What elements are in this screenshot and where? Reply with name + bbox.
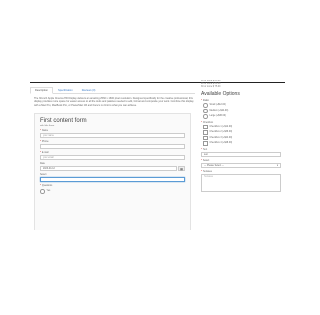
checkbox-icon[interactable] [203, 141, 208, 146]
name-field[interactable]: your name [40, 133, 185, 138]
checkbox-option-2[interactable]: Checkbox 2 (+$36.00) [203, 130, 285, 135]
select-option-label: *Select [201, 159, 210, 162]
radio-icon[interactable] [40, 189, 45, 194]
chevron-down-icon: ▾ [276, 164, 278, 167]
options-panel: 10 or more $ 85.00 20 or more $ 80.00 30… [201, 80, 285, 230]
checkbox-option-1[interactable]: Checkbox 1 (+$12.00) [203, 124, 285, 129]
discount-line: 30 or more $ 75.00 [201, 86, 221, 88]
radio-option-yes[interactable]: Yes [40, 189, 185, 194]
bottom-blank-area [0, 230, 315, 315]
product-description: The 30-inch Apple Cinema HD Display deli… [34, 97, 194, 107]
options-title: Available Options [201, 91, 240, 97]
radio-option-medium[interactable]: Medium (+$24.00) [203, 108, 285, 113]
radio-icon[interactable] [203, 114, 208, 119]
date-field[interactable]: 2023-04-12 [40, 166, 177, 171]
phone-field[interactable] [40, 144, 185, 149]
form-title: First content form [40, 118, 87, 124]
phone-label: *Phone [40, 141, 49, 143]
content-form: First content form with little flavor *N… [34, 113, 191, 230]
checkbox-option-4[interactable]: Checkbox 4 (+$48.00) [203, 141, 285, 146]
tab-bar: Description Specification Reviews (0) [30, 84, 195, 94]
select-label: Select [40, 174, 47, 176]
questions-label: *Questions [40, 185, 53, 187]
radio-group-label: *Radio [201, 100, 209, 102]
select-option-value: --- Please Select --- [204, 164, 224, 167]
radio-option-large[interactable]: Large (+$36.00) [203, 114, 285, 119]
checkbox-icon[interactable] [203, 130, 208, 135]
checkbox-group-label: *Checkbox [201, 121, 214, 124]
checkbox-option-3[interactable]: Checkbox 3 (+$24.00) [203, 135, 285, 140]
radio-icon[interactable] [203, 108, 208, 113]
text-option-field[interactable]: test [201, 151, 281, 157]
date-label: Date [40, 163, 45, 165]
tab-description[interactable]: Description [30, 87, 53, 94]
radio-label: Yes [46, 190, 51, 193]
name-label: *Name [40, 130, 49, 132]
tab-reviews[interactable]: Reviews (0) [78, 88, 100, 93]
calendar-icon[interactable]: ▦ [178, 166, 185, 171]
checkbox-icon[interactable] [203, 124, 208, 129]
textarea-option-field[interactable]: Textarea [201, 173, 281, 192]
date-row: 2023-04-12 ▦ [40, 166, 185, 171]
email-label: *E-mail [40, 152, 49, 154]
select-field[interactable] [40, 177, 185, 182]
radio-icon[interactable] [203, 103, 208, 108]
checkbox-icon[interactable] [203, 135, 208, 140]
select-option-dropdown[interactable]: --- Please Select --- ▾ [201, 162, 281, 168]
email-field[interactable]: your email [40, 155, 185, 160]
top-blank-area [0, 0, 315, 82]
tab-specification[interactable]: Specification [54, 88, 77, 93]
radio-option-small[interactable]: Small (+$12.00) [203, 103, 285, 108]
form-subtitle: with little flavor [40, 125, 55, 127]
product-tabs-panel: Description Specification Reviews (0) Th… [30, 84, 195, 230]
text-option-label: *Text [201, 148, 208, 151]
textarea-option-label: *Textarea [201, 170, 212, 173]
